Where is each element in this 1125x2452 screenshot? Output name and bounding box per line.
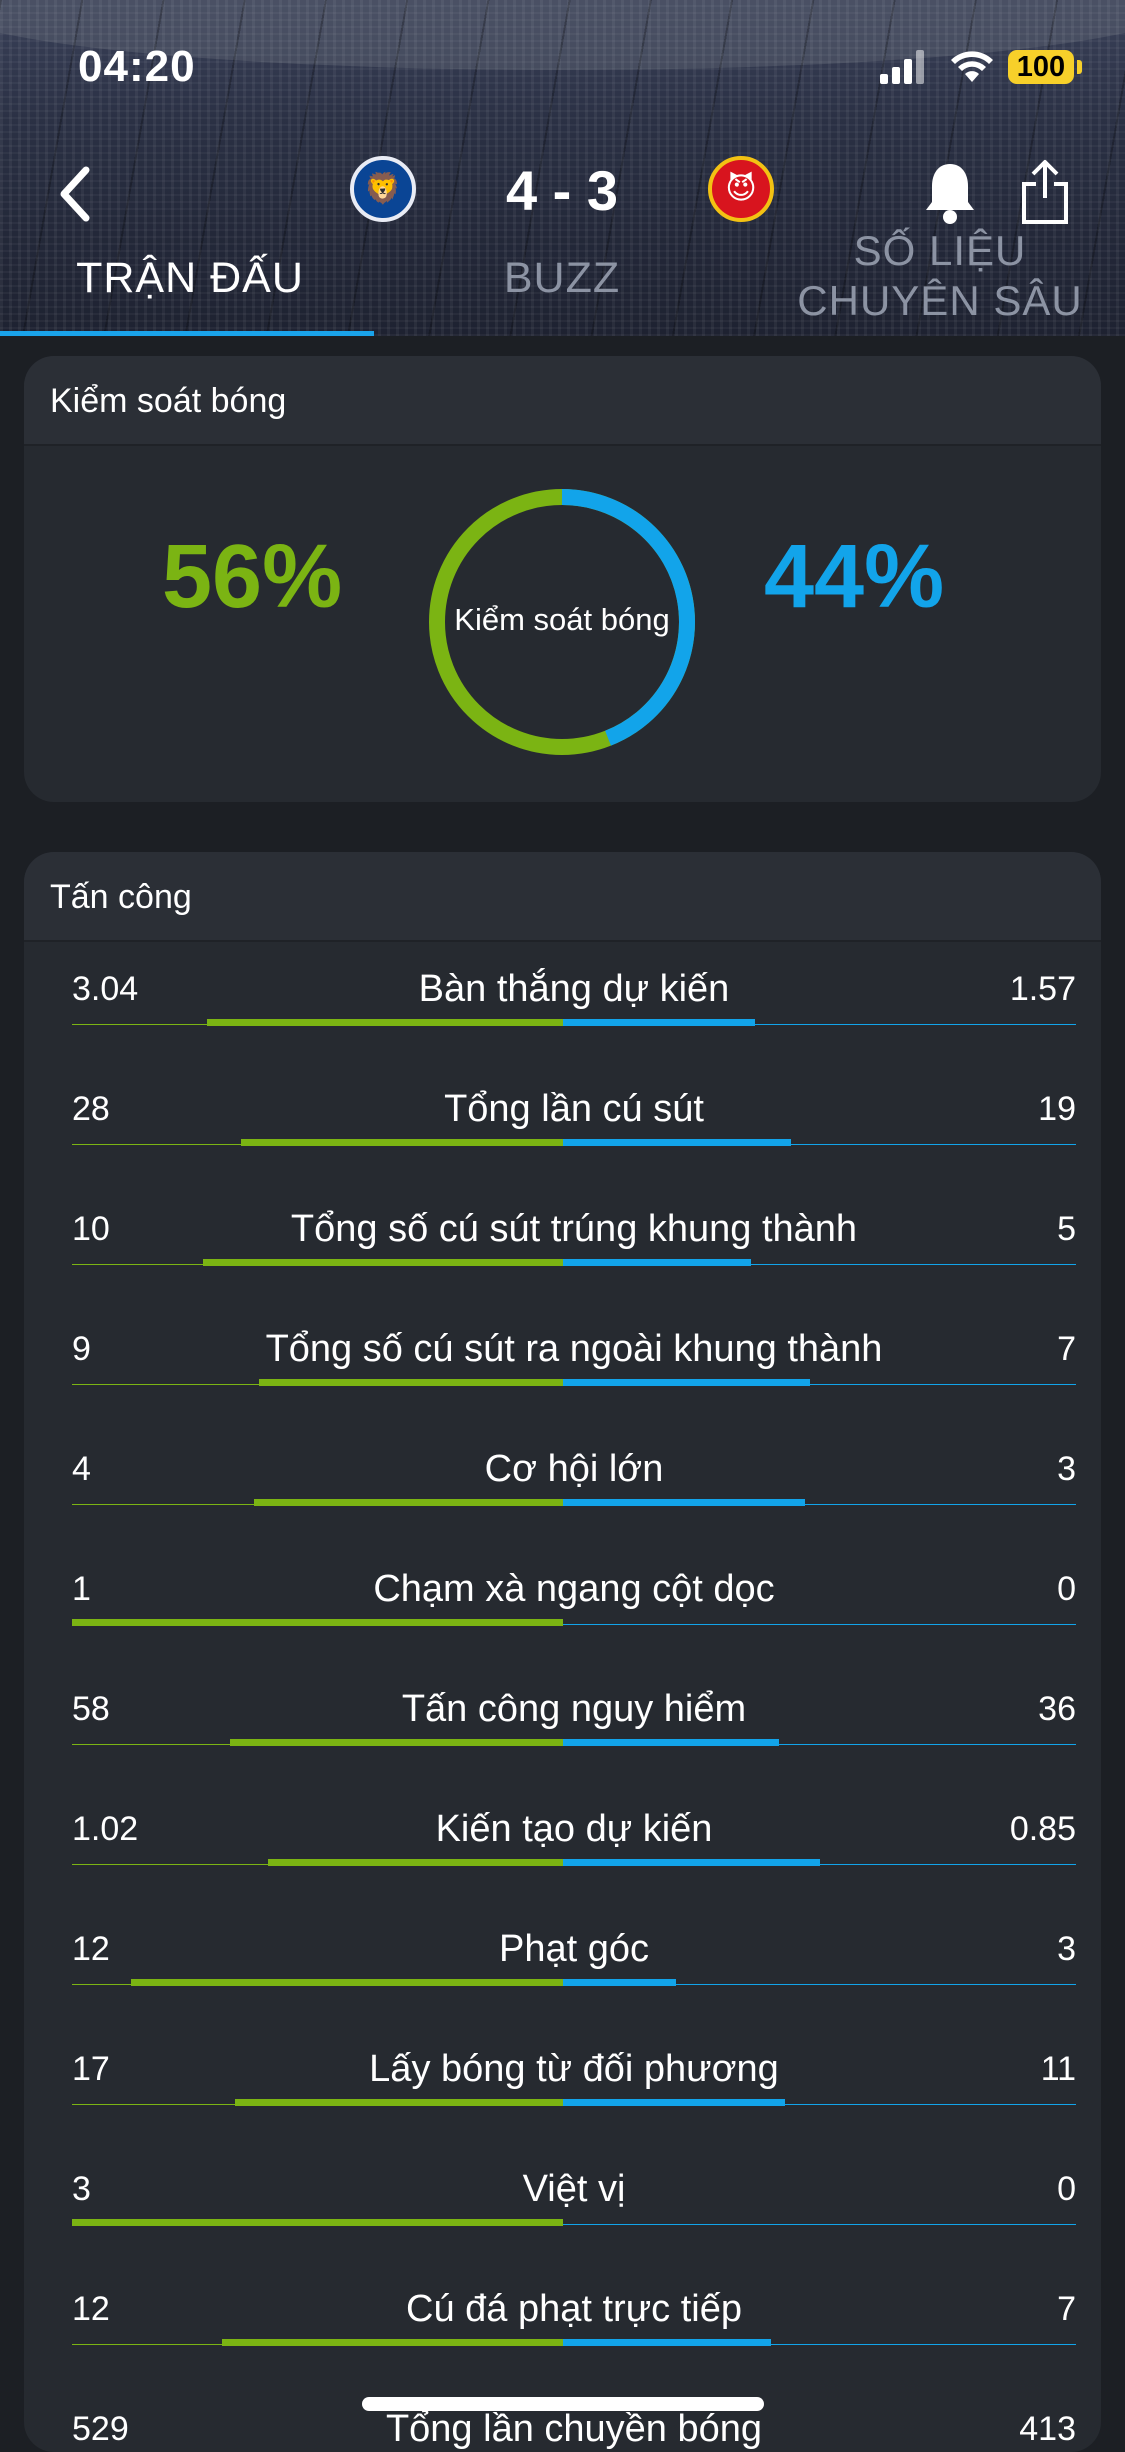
stat-baseline-away: [563, 1624, 1076, 1625]
stat-row: 58 Tấn công nguy hiểm 36: [72, 1672, 1076, 1792]
stat-label: Tổng lần chuyền bóng: [385, 2408, 763, 2450]
stat-label: Lấy bóng từ đối phương: [369, 2048, 779, 2090]
status-bar: 04:20 100: [0, 0, 1125, 130]
stat-label: Kiến tạo dự kiến: [435, 1808, 713, 1850]
stat-label: Cơ hội lớn: [484, 1448, 664, 1490]
tab-advanced-stats[interactable]: SỐ LIỆU CHUYÊN SÂU: [760, 226, 1120, 326]
match-score: 4 - 3: [505, 159, 619, 222]
home-indicator[interactable]: [362, 2397, 764, 2411]
stat-bar-away: [563, 1859, 820, 1866]
tab-buzz[interactable]: BUZZ: [462, 254, 662, 303]
stat-bar-away: [563, 2099, 785, 2106]
stat-label: Chạm xà ngang cột dọc: [373, 1568, 775, 1610]
stat-row: 3.04 Bàn thắng dự kiến 1.57: [72, 952, 1076, 1072]
stat-label: Cú đá phạt trực tiếp: [406, 2288, 742, 2330]
stat-bar-away: [563, 1379, 810, 1386]
tab-match[interactable]: TRẬN ĐẤU: [40, 254, 340, 303]
stat-away-value: 36: [1038, 1690, 1076, 1728]
stat-row: 12 Cú đá phạt trực tiếp 7: [72, 2272, 1076, 2392]
stat-bar-away: [563, 2339, 771, 2346]
home-team-crest[interactable]: 🦁: [350, 156, 416, 222]
stat-bar-home: [131, 1979, 563, 1986]
match-header: 04:20 100 🦁 4 - 3 😈 TRẬN ĐẤU BUZZ SỐ LIỆ…: [0, 0, 1125, 336]
stat-row: 3 Việt vị 0: [72, 2152, 1076, 2272]
away-team-crest[interactable]: 😈: [708, 156, 774, 222]
stat-row: 28 Tổng lần cú sút 19: [72, 1072, 1076, 1192]
stat-bar-home: [254, 1499, 563, 1506]
stat-row: 4 Cơ hội lớn 3: [72, 1432, 1076, 1552]
away-possession: 44%: [764, 527, 945, 627]
stat-bar-home: [268, 1859, 563, 1866]
stat-baseline-away: [563, 2224, 1076, 2225]
stat-row: 10 Tổng số cú sút trúng khung thành 5: [72, 1192, 1076, 1312]
stat-bar-home: [235, 2099, 563, 2106]
stat-away-value: 413: [1019, 2410, 1076, 2448]
attack-title: Tấn công: [24, 852, 1101, 942]
lion-icon: 🦁: [364, 172, 402, 206]
stat-bar-away: [563, 1979, 676, 1986]
battery-tip: [1077, 60, 1082, 74]
stat-bar-home: [222, 2339, 563, 2346]
stat-label: Tổng lần cú sút: [444, 1088, 704, 1130]
status-time: 04:20: [78, 42, 196, 91]
stat-label: Tổng số cú sút ra ngoài khung thành: [265, 1328, 883, 1370]
devil-icon: 😈: [725, 172, 757, 206]
stat-away-value: 0.85: [1009, 1810, 1076, 1848]
wifi-icon: [951, 51, 993, 82]
stat-bar-home: [207, 1019, 563, 1026]
donut-center-label: Kiểm soát bóng: [454, 602, 670, 637]
stat-label: Tấn công nguy hiểm: [401, 1688, 747, 1730]
stat-row: 1.02 Kiến tạo dự kiến 0.85: [72, 1792, 1076, 1912]
stat-label: Phạt góc: [499, 1928, 649, 1970]
stat-bar-away: [563, 1259, 751, 1266]
stat-bar-away: [563, 1499, 805, 1506]
stat-away-value: 5: [1057, 1210, 1076, 1248]
stat-bar-away: [563, 1739, 779, 1746]
stat-away-value: 3: [1057, 1450, 1076, 1488]
share-icon[interactable]: [1020, 158, 1070, 226]
stat-bar-away: [563, 1019, 755, 1026]
stat-bar-home: [259, 1379, 563, 1386]
home-possession: 56%: [162, 527, 343, 627]
cellular-signal-icon: [880, 50, 924, 84]
stat-away-value: 19: [1038, 1090, 1076, 1128]
stat-row: 17 Lấy bóng từ đối phương 11: [72, 2032, 1076, 2152]
stat-row: 12 Phạt góc 3: [72, 1912, 1076, 2032]
stat-away-value: 0: [1057, 2170, 1076, 2208]
possession-title: Kiểm soát bóng: [24, 356, 1101, 446]
active-tab-indicator: [0, 331, 374, 336]
stat-row: 1 Chạm xà ngang cột dọc 0: [72, 1552, 1076, 1672]
stat-away-value: 3: [1057, 1930, 1076, 1968]
stat-bar-home: [203, 1259, 563, 1266]
stat-bar-home: [72, 1619, 563, 1626]
stat-bar-home: [241, 1139, 563, 1146]
stat-label: Bàn thắng dự kiến: [418, 968, 730, 1010]
stat-away-value: 1.57: [1009, 970, 1076, 1008]
back-chevron-icon[interactable]: [52, 164, 102, 224]
stat-away-value: 7: [1057, 2290, 1076, 2328]
stat-bar-home: [230, 1739, 563, 1746]
stat-label: Việt vị: [522, 2168, 626, 2210]
stat-bar-away: [563, 1139, 791, 1146]
stat-away-value: 7: [1057, 1330, 1076, 1368]
possession-card: Kiểm soát bóng 56% Kiểm soát bóng 44%: [24, 356, 1101, 802]
notification-bell-icon[interactable]: [922, 160, 978, 226]
attack-card: Tấn công 3.04 Bàn thắng dự kiến 1.57 28 Tổng…: [24, 852, 1101, 2452]
stat-label: Tổng số cú sút trúng khung thành: [290, 1208, 858, 1250]
stat-away-value: 11: [1040, 2050, 1076, 2088]
stat-away-value: 0: [1057, 1570, 1076, 1608]
battery-icon: 100: [1008, 50, 1074, 84]
stat-bar-home: [72, 2219, 563, 2226]
stat-row: 9 Tổng số cú sút ra ngoài khung thành 7: [72, 1312, 1076, 1432]
